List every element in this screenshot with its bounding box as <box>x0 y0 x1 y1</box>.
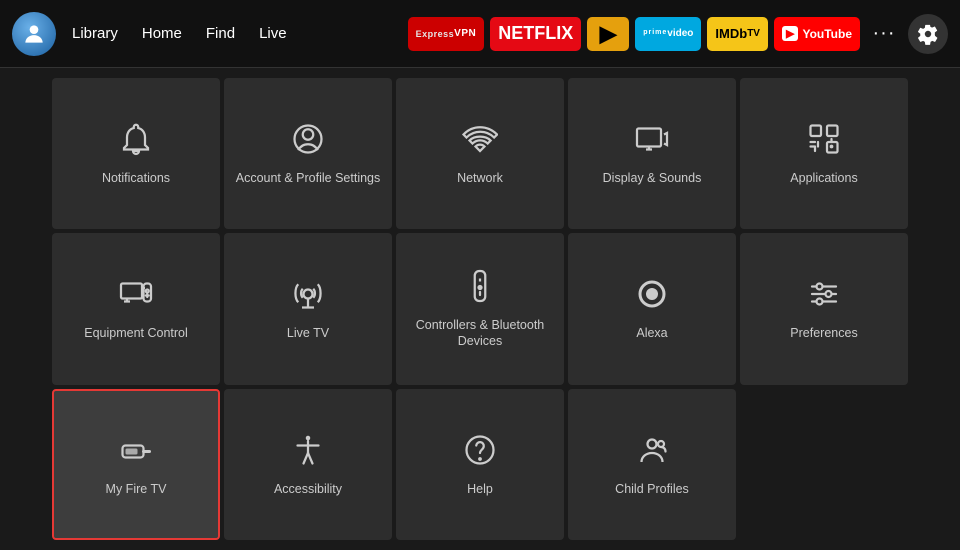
nav-links: Library Home Find Live <box>72 21 287 46</box>
tile-child-profiles-label: Child Profiles <box>615 481 689 497</box>
tile-equipment-control[interactable]: Equipment Control <box>52 233 220 384</box>
tile-alexa[interactable]: Alexa <box>568 233 736 384</box>
tile-equipment-control-label: Equipment Control <box>84 325 188 341</box>
tile-help[interactable]: Help <box>396 389 564 540</box>
nav-library[interactable]: Library <box>72 21 118 46</box>
person-circle-icon <box>290 121 326 162</box>
tile-account-profile[interactable]: Account & Profile Settings <box>224 78 392 229</box>
top-navigation: Library Home Find Live ExpressVPN NETFLI… <box>0 0 960 68</box>
tile-my-fire-tv-label: My Fire TV <box>106 481 167 497</box>
tile-preferences[interactable]: Preferences <box>740 233 908 384</box>
tile-live-tv-label: Live TV <box>287 325 329 341</box>
nav-live[interactable]: Live <box>259 21 287 46</box>
child-profile-icon <box>634 432 670 473</box>
nav-app-shortcuts: ExpressVPN NETFLIX ▶ prime video IMDb TV… <box>408 14 948 54</box>
sliders-icon <box>806 276 842 317</box>
empty-tile <box>740 389 908 540</box>
apps-grid-icon <box>806 121 842 162</box>
remote-icon <box>462 268 498 309</box>
question-circle-icon <box>462 432 498 473</box>
tile-alexa-label: Alexa <box>636 325 667 341</box>
tile-preferences-label: Preferences <box>790 325 857 341</box>
app-youtube[interactable]: ▶ YouTube <box>774 17 860 51</box>
nav-find[interactable]: Find <box>206 21 235 46</box>
app-prime-video[interactable]: prime video <box>635 17 701 51</box>
app-expressvpn[interactable]: ExpressVPN <box>408 17 485 51</box>
tile-applications-label: Applications <box>790 170 857 186</box>
app-plex[interactable]: ▶ <box>587 17 629 51</box>
accessibility-icon <box>290 432 326 473</box>
antenna-icon <box>290 276 326 317</box>
tile-help-label: Help <box>467 481 493 497</box>
tile-controllers-bluetooth-label: Controllers & Bluetooth Devices <box>406 317 554 350</box>
fire-stick-icon <box>118 432 154 473</box>
tile-child-profiles[interactable]: Child Profiles <box>568 389 736 540</box>
more-apps-button[interactable]: ··· <box>866 17 902 51</box>
settings-button[interactable] <box>908 14 948 54</box>
tile-network[interactable]: Network <box>396 78 564 229</box>
bell-icon <box>118 121 154 162</box>
tile-my-fire-tv[interactable]: My Fire TV <box>52 389 220 540</box>
tile-accessibility-label: Accessibility <box>274 481 342 497</box>
tile-display-sounds[interactable]: Display & Sounds <box>568 78 736 229</box>
wifi-icon <box>462 121 498 162</box>
alexa-ring-icon <box>634 276 670 317</box>
tile-notifications[interactable]: Notifications <box>52 78 220 229</box>
tile-display-sounds-label: Display & Sounds <box>603 170 702 186</box>
tile-account-label: Account & Profile Settings <box>236 170 381 186</box>
display-sound-icon <box>634 121 670 162</box>
tile-network-label: Network <box>457 170 503 186</box>
main-content: Notifications Account & Profile Settings… <box>0 68 960 550</box>
tile-live-tv[interactable]: Live TV <box>224 233 392 384</box>
monitor-remote-icon <box>118 276 154 317</box>
app-imdb-tv[interactable]: IMDb TV <box>707 17 768 51</box>
tile-accessibility[interactable]: Accessibility <box>224 389 392 540</box>
tile-controllers-bluetooth[interactable]: Controllers & Bluetooth Devices <box>396 233 564 384</box>
nav-home[interactable]: Home <box>142 21 182 46</box>
tile-applications[interactable]: Applications <box>740 78 908 229</box>
user-avatar[interactable] <box>12 12 56 56</box>
app-netflix[interactable]: NETFLIX <box>490 17 581 51</box>
settings-grid: Notifications Account & Profile Settings… <box>52 78 908 540</box>
tile-notifications-label: Notifications <box>102 170 170 186</box>
